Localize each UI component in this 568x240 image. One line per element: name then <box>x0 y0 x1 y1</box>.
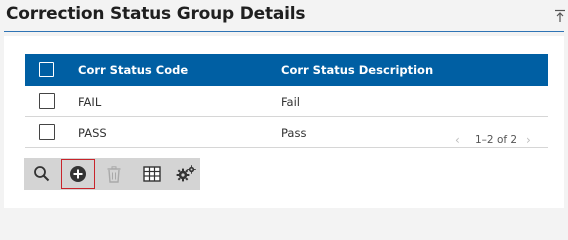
column-header-code[interactable]: Corr Status Code <box>78 63 188 77</box>
title-divider <box>4 31 564 32</box>
table-row[interactable]: FAIL Fail <box>25 86 548 117</box>
table-row[interactable]: PASS Pass <box>25 117 548 148</box>
cell-description: Pass <box>281 126 307 140</box>
trash-icon <box>107 165 121 183</box>
cell-code: PASS <box>78 126 107 140</box>
grid-header: Corr Status Code Corr Status Description <box>25 54 548 86</box>
row-checkbox[interactable] <box>39 93 55 109</box>
search-button[interactable] <box>26 161 58 187</box>
cell-description: Fail <box>281 95 300 109</box>
settings-icon <box>176 165 196 182</box>
next-page-button[interactable]: › <box>526 133 531 147</box>
delete-button[interactable] <box>98 161 130 187</box>
page-title: Correction Status Group Details <box>6 4 306 24</box>
cell-code: FAIL <box>78 95 102 109</box>
pin-to-top-icon[interactable] <box>554 9 566 23</box>
search-icon <box>34 166 50 182</box>
add-circle-icon <box>70 166 86 182</box>
add-button[interactable] <box>61 159 95 189</box>
page-range-text: 1–2 of 2 <box>475 134 518 146</box>
row-checkbox[interactable] <box>39 124 55 140</box>
settings-button[interactable] <box>170 161 202 187</box>
columns-icon <box>143 166 161 182</box>
grid-toolbar <box>24 158 200 190</box>
column-header-description[interactable]: Corr Status Description <box>281 63 433 77</box>
select-all-checkbox[interactable] <box>39 62 54 77</box>
prev-page-button[interactable]: ‹ <box>455 133 460 147</box>
columns-button[interactable] <box>136 161 168 187</box>
details-panel: Corr Status Code Corr Status Description… <box>4 36 564 208</box>
